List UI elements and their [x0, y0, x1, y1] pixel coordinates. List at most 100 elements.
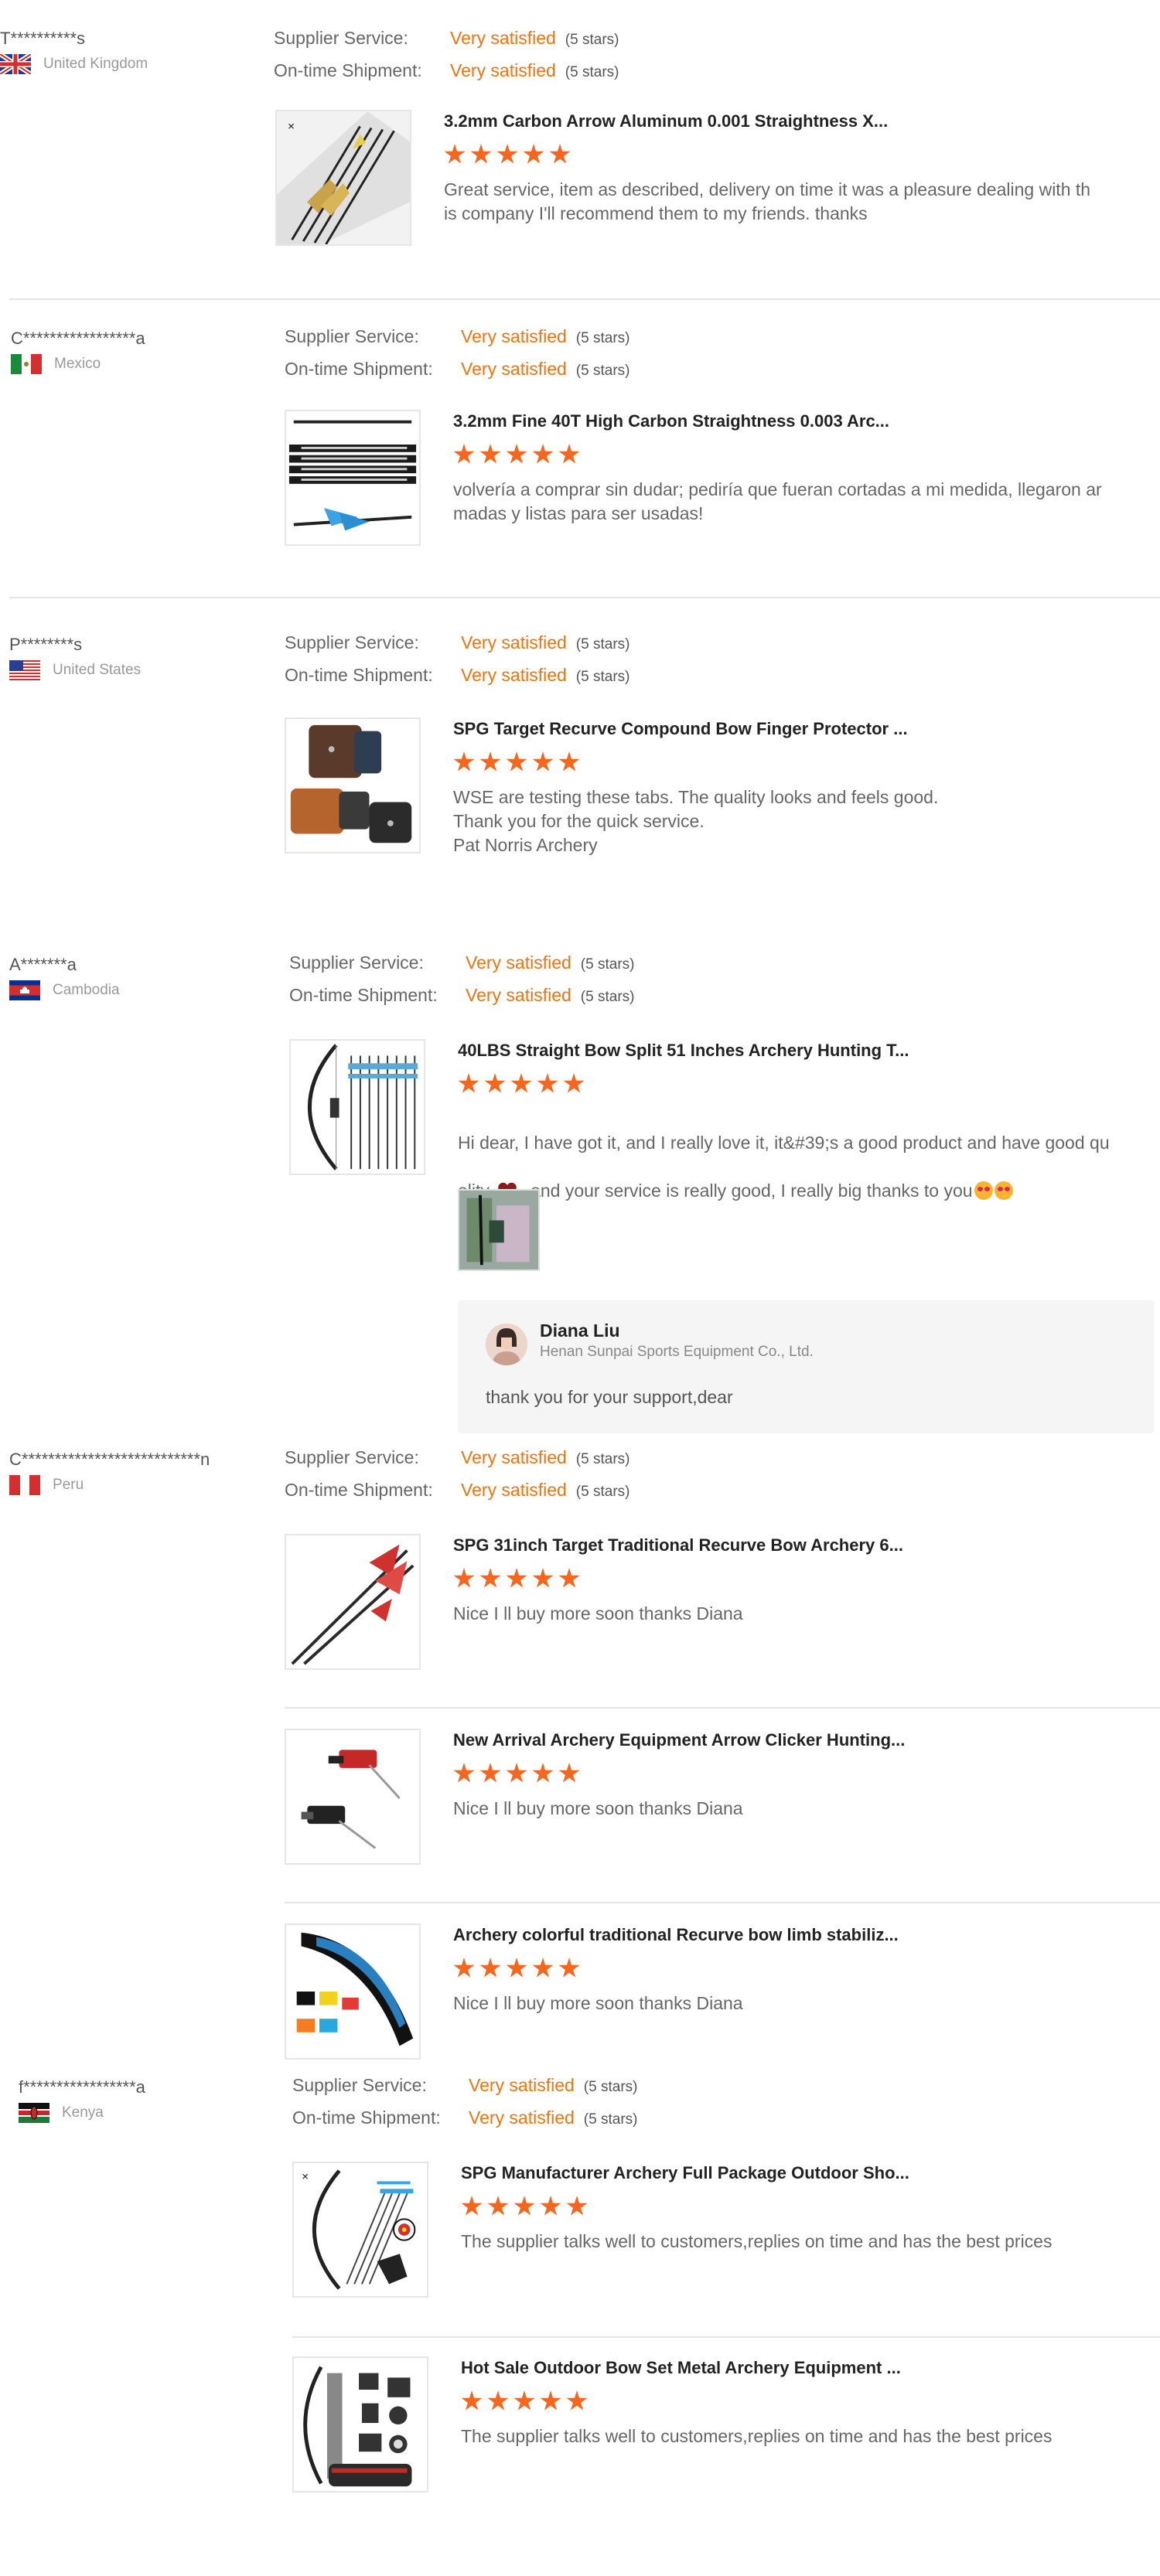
product-info: 40LBS Straight Bow Split 51 Inches Arche… — [458, 1039, 1160, 1203]
product-thumbnail[interactable]: ✕ — [292, 2162, 428, 2298]
product-title[interactable]: New Arrival Archery Equipment Arrow Clic… — [453, 1729, 1160, 1752]
buyer-info: C***************************n Peru — [9, 1449, 264, 1495]
review-card: C*****************a Mexico Supplier Serv… — [0, 300, 1160, 598]
product-thumbnail[interactable] — [292, 2356, 428, 2493]
review-photo[interactable] — [458, 1189, 540, 1271]
ontime-shipment-row: On-time Shipment: Very satisfied (5 star… — [285, 1478, 629, 1511]
ontime-shipment-row: On-time Shipment: Very satisfied (5 star… — [274, 59, 619, 91]
supplier-service-stars: (5 stars) — [575, 636, 630, 653]
star-icon — [461, 2196, 483, 2216]
heart-eyes-emoji-icon — [974, 1181, 993, 1200]
star-icon — [506, 751, 527, 772]
reply-text: thank you for your support,dear — [486, 1387, 733, 1407]
star-icon — [461, 2390, 483, 2411]
country-name: Cambodia — [53, 982, 120, 998]
star-icon — [479, 444, 501, 464]
star-icon — [510, 1073, 532, 1093]
star-icon — [479, 1958, 501, 1978]
ratings-block: Supplier Service: Very satisfied (5 star… — [292, 2073, 637, 2138]
star-icon — [453, 1568, 475, 1588]
star-icon — [532, 1568, 554, 1588]
ratings-block: Supplier Service: Very satisfied (5 star… — [285, 1446, 629, 1511]
ratings-block: Supplier Service: Very satisfied (5 star… — [289, 951, 634, 1016]
buyer-country: Mexico — [11, 354, 266, 374]
supplier-service-label: Supplier Service: — [274, 28, 408, 48]
star-icon — [453, 1763, 475, 1783]
review-text: Nice I ll buy more soon thanks Diana — [453, 1603, 743, 1624]
ontime-shipment-row: On-time Shipment: Very satisfied (5 star… — [292, 2106, 637, 2138]
star-icon — [532, 751, 554, 772]
buyer-name: P********s — [9, 635, 83, 654]
product-rating — [453, 1568, 1160, 1591]
product-thumbnail[interactable] — [285, 1534, 421, 1670]
ontime-shipment-label: On-time Shipment: — [285, 1480, 433, 1500]
svg-text:✕: ✕ — [302, 2172, 309, 2182]
ontime-shipment-label: On-time Shipment: — [285, 665, 433, 685]
review-card: P********s United States Supplier Servic… — [0, 598, 1160, 917]
supplier-service-label: Supplier Service: — [285, 632, 419, 653]
buyer-country: United Kingdom — [0, 52, 255, 77]
uk-flag-icon — [0, 52, 32, 77]
buyer-country: Cambodia — [9, 980, 264, 1000]
product-thumbnail[interactable]: ✕ — [275, 110, 411, 246]
buyer-info: P********s United States — [9, 634, 264, 680]
star-icon — [513, 2196, 535, 2216]
product-divider — [292, 2336, 1160, 2338]
star-icon — [444, 144, 466, 164]
product-thumbnail[interactable] — [285, 717, 421, 854]
product-title[interactable]: SPG 31inch Target Traditional Recurve Bo… — [453, 1534, 1160, 1557]
product-thumbnail[interactable] — [285, 410, 421, 546]
buyer-country: Peru — [9, 1475, 264, 1495]
review-text: The supplier talks well to customers,rep… — [461, 2231, 1053, 2251]
star-icon — [470, 144, 492, 164]
ontime-shipment-stars: (5 stars) — [583, 2111, 638, 2128]
star-icon — [487, 2390, 509, 2411]
review-card: C***************************n Peru Suppl… — [0, 1418, 1160, 2060]
star-icon — [540, 2390, 561, 2411]
product-title[interactable]: 40LBS Straight Bow Split 51 Inches Arche… — [458, 1039, 1160, 1062]
ontime-shipment-value: Very satisfied — [466, 985, 571, 1005]
kenya-flag-icon — [19, 2103, 49, 2123]
supplier-service-value: Very satisfied — [461, 1447, 567, 1467]
supplier-service-stars: (5 stars) — [575, 1451, 630, 1467]
star-icon — [479, 1763, 501, 1783]
star-icon — [523, 144, 544, 164]
buyer-info: f*****************a Kenya — [19, 2077, 274, 2123]
heart-eyes-emoji-icon — [994, 1181, 1013, 1200]
supplier-service-value: Very satisfied — [466, 952, 571, 973]
ontime-shipment-stars: (5 stars) — [575, 363, 630, 379]
review-text: Hi dear, I have got it, and I really lov… — [458, 1107, 1160, 1203]
ontime-shipment-row: On-time Shipment: Very satisfied (5 star… — [289, 983, 634, 1016]
product-rating — [461, 2390, 1160, 2414]
product-title[interactable]: 3.2mm Carbon Arrow Aluminum 0.001 Straig… — [444, 110, 1160, 133]
product-rating — [453, 444, 1160, 467]
product-title[interactable]: Hot Sale Outdoor Bow Set Metal Archery E… — [461, 2356, 1160, 2380]
product-title[interactable]: 3.2mm Fine 40T High Carbon Straightness … — [453, 410, 1160, 433]
product-info: 3.2mm Carbon Arrow Aluminum 0.001 Straig… — [444, 110, 1160, 226]
product-rating — [458, 1073, 1160, 1096]
star-icon — [566, 2390, 588, 2411]
product-rating — [453, 1958, 1160, 1981]
review-card: f*****************a Kenya Supplier Servi… — [0, 2047, 1160, 2576]
product-thumbnail[interactable] — [285, 1729, 421, 1865]
ontime-shipment-row: On-time Shipment: Very satisfied (5 star… — [285, 357, 629, 390]
star-icon — [558, 1958, 580, 1978]
country-name: Peru — [53, 1477, 84, 1493]
cambodia-flag-icon — [9, 980, 40, 1000]
product-title[interactable]: SPG Target Recurve Compound Bow Finger P… — [453, 717, 1160, 741]
supplier-service-label: Supplier Service: — [292, 2075, 427, 2095]
supplier-service-value: Very satisfied — [450, 28, 556, 48]
supplier-service-stars: (5 stars) — [565, 32, 619, 48]
product-title[interactable]: SPG Manufacturer Archery Full Package Ou… — [461, 2162, 1160, 2185]
supplier-service-row: Supplier Service: Very satisfied (5 star… — [285, 631, 629, 663]
review-card: A*******a Cambodia Supplier Service: Ver… — [0, 917, 1160, 1433]
ontime-shipment-value: Very satisfied — [450, 60, 556, 80]
mexico-flag-icon — [11, 354, 42, 374]
supplier-service-stars: (5 stars) — [580, 956, 635, 973]
product-title[interactable]: Archery colorful traditional Recurve bow… — [453, 1923, 1160, 1947]
buyer-country: Kenya — [19, 2103, 274, 2123]
product-thumbnail[interactable] — [285, 1923, 421, 2060]
supplier-service-stars: (5 stars) — [583, 2079, 638, 2095]
product-thumbnail[interactable] — [289, 1039, 425, 1175]
product-info: SPG Target Recurve Compound Bow Finger P… — [453, 717, 1160, 857]
